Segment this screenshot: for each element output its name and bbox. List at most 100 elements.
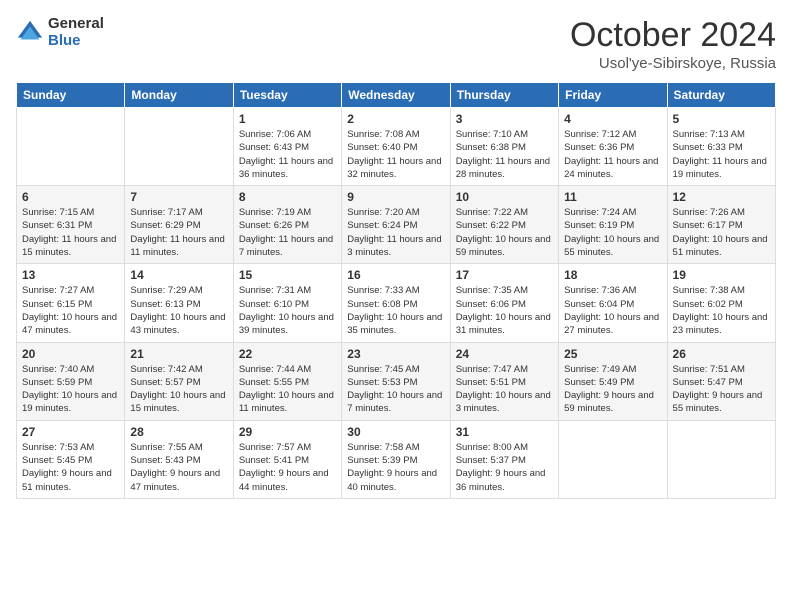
calendar-cell: 31Sunrise: 8:00 AMSunset: 5:37 PMDayligh… (450, 420, 558, 498)
day-number: 21 (130, 347, 227, 361)
day-number: 30 (347, 425, 444, 439)
weekday-header-thursday: Thursday (450, 83, 558, 108)
calendar-week-5: 27Sunrise: 7:53 AMSunset: 5:45 PMDayligh… (17, 420, 776, 498)
day-number: 4 (564, 112, 661, 126)
calendar-cell: 15 Sunrise: 7:31 AMSunset: 6:10 PMDayligh… (233, 264, 341, 342)
day-number: 10 (456, 190, 553, 204)
calendar-cell: 17 Sunrise: 7:35 AMSunset: 6:06 PMDayligh… (450, 264, 558, 342)
day-detail: Sunrise: 7:49 AMSunset: 5:49 PMDaylight:… (564, 363, 661, 416)
calendar-cell: 1 Sunrise: 7:06 AMSunset: 6:43 PMDaylight… (233, 108, 341, 186)
day-number: 17 (456, 268, 553, 282)
calendar-cell: 26Sunrise: 7:51 AMSunset: 5:47 PMDayligh… (667, 342, 775, 420)
logo-icon (16, 19, 44, 47)
day-detail: Sunrise: 7:58 AMSunset: 5:39 PMDaylight:… (347, 441, 444, 494)
logo: General Blue (16, 16, 104, 49)
calendar-week-4: 20Sunrise: 7:40 AMSunset: 5:59 PMDayligh… (17, 342, 776, 420)
day-detail: Sunrise: 7:19 AMSunset: 6:26 PMDaylight:… (239, 206, 336, 259)
day-number: 6 (22, 190, 119, 204)
day-detail: Sunrise: 7:06 AMSunset: 6:43 PMDaylight:… (239, 128, 336, 181)
calendar-cell: 4 Sunrise: 7:12 AMSunset: 6:36 PMDaylight… (559, 108, 667, 186)
day-detail: Sunrise: 7:15 AMSunset: 6:31 PMDaylight:… (22, 206, 119, 259)
calendar-cell: 10Sunrise: 7:22 AMSunset: 6:22 PMDayligh… (450, 186, 558, 264)
calendar-cell: 11 Sunrise: 7:24 AMSunset: 6:19 PMDayligh… (559, 186, 667, 264)
calendar-cell: 13 Sunrise: 7:27 AMSunset: 6:15 PMDayligh… (17, 264, 125, 342)
day-number: 19 (673, 268, 770, 282)
calendar-cell (667, 420, 775, 498)
logo-general-text: General (48, 16, 104, 33)
day-number: 8 (239, 190, 336, 204)
day-detail: Sunrise: 7:26 AMSunset: 6:17 PMDaylight:… (673, 206, 770, 259)
day-detail: Sunrise: 7:33 AMSunset: 6:08 PMDaylight:… (347, 284, 444, 337)
calendar-cell: 24Sunrise: 7:47 AMSunset: 5:51 PMDayligh… (450, 342, 558, 420)
day-detail: Sunrise: 7:24 AMSunset: 6:19 PMDaylight:… (564, 206, 661, 259)
weekday-header-monday: Monday (125, 83, 233, 108)
calendar-cell: 21 Sunrise: 7:42 AMSunset: 5:57 PMDayligh… (125, 342, 233, 420)
calendar-cell: 2Sunrise: 7:08 AMSunset: 6:40 PMDaylight… (342, 108, 450, 186)
day-number: 7 (130, 190, 227, 204)
calendar-cell (559, 420, 667, 498)
day-number: 18 (564, 268, 661, 282)
calendar-cell: 18 Sunrise: 7:36 AMSunset: 6:04 PMDayligh… (559, 264, 667, 342)
calendar-cell: 30 Sunrise: 7:58 AMSunset: 5:39 PMDayligh… (342, 420, 450, 498)
day-detail: Sunrise: 7:10 AMSunset: 6:38 PMDaylight:… (456, 128, 553, 181)
day-detail: Sunrise: 7:12 AMSunset: 6:36 PMDaylight:… (564, 128, 661, 181)
day-detail: Sunrise: 7:31 AMSunset: 6:10 PMDaylight:… (239, 284, 336, 337)
day-detail: Sunrise: 7:53 AMSunset: 5:45 PMDaylight:… (22, 441, 119, 494)
calendar-table: SundayMondayTuesdayWednesdayThursdayFrid… (16, 82, 776, 499)
weekday-header-tuesday: Tuesday (233, 83, 341, 108)
day-detail: Sunrise: 7:57 AMSunset: 5:41 PMDaylight:… (239, 441, 336, 494)
page-header: General Blue October 2024 Usol'ye-Sibirs… (16, 16, 776, 72)
day-number: 11 (564, 190, 661, 204)
weekday-header-row: SundayMondayTuesdayWednesdayThursdayFrid… (17, 83, 776, 108)
logo-text: General Blue (48, 16, 104, 49)
logo-blue-text: Blue (48, 33, 104, 50)
calendar-cell (17, 108, 125, 186)
day-detail: Sunrise: 7:29 AMSunset: 6:13 PMDaylight:… (130, 284, 227, 337)
calendar-cell: 23 Sunrise: 7:45 AMSunset: 5:53 PMDayligh… (342, 342, 450, 420)
day-number: 3 (456, 112, 553, 126)
calendar-cell: 28Sunrise: 7:55 AMSunset: 5:43 PMDayligh… (125, 420, 233, 498)
day-detail: Sunrise: 7:45 AMSunset: 5:53 PMDaylight:… (347, 363, 444, 416)
calendar-week-3: 13 Sunrise: 7:27 AMSunset: 6:15 PMDayligh… (17, 264, 776, 342)
calendar-week-2: 6 Sunrise: 7:15 AMSunset: 6:31 PMDaylight… (17, 186, 776, 264)
month-title: October 2024 (570, 16, 776, 55)
calendar-week-1: 1 Sunrise: 7:06 AMSunset: 6:43 PMDaylight… (17, 108, 776, 186)
calendar-cell: 25 Sunrise: 7:49 AMSunset: 5:49 PMDayligh… (559, 342, 667, 420)
day-detail: Sunrise: 7:27 AMSunset: 6:15 PMDaylight:… (22, 284, 119, 337)
calendar-cell: 19 Sunrise: 7:38 AMSunset: 6:02 PMDayligh… (667, 264, 775, 342)
calendar-cell: 8 Sunrise: 7:19 AMSunset: 6:26 PMDaylight… (233, 186, 341, 264)
day-number: 1 (239, 112, 336, 126)
day-detail: Sunrise: 7:38 AMSunset: 6:02 PMDaylight:… (673, 284, 770, 337)
day-detail: Sunrise: 7:55 AMSunset: 5:43 PMDaylight:… (130, 441, 227, 494)
calendar-cell: 3 Sunrise: 7:10 AMSunset: 6:38 PMDaylight… (450, 108, 558, 186)
day-detail: Sunrise: 7:42 AMSunset: 5:57 PMDaylight:… (130, 363, 227, 416)
day-number: 13 (22, 268, 119, 282)
calendar-cell: 12 Sunrise: 7:26 AMSunset: 6:17 PMDayligh… (667, 186, 775, 264)
calendar-cell: 27Sunrise: 7:53 AMSunset: 5:45 PMDayligh… (17, 420, 125, 498)
day-detail: Sunrise: 8:00 AMSunset: 5:37 PMDaylight:… (456, 441, 553, 494)
day-number: 26 (673, 347, 770, 361)
day-number: 12 (673, 190, 770, 204)
location-text: Usol'ye-Sibirskoye, Russia (570, 55, 776, 72)
calendar-cell: 22 Sunrise: 7:44 AMSunset: 5:55 PMDayligh… (233, 342, 341, 420)
calendar-cell: 16Sunrise: 7:33 AMSunset: 6:08 PMDayligh… (342, 264, 450, 342)
day-detail: Sunrise: 7:17 AMSunset: 6:29 PMDaylight:… (130, 206, 227, 259)
day-number: 29 (239, 425, 336, 439)
day-detail: Sunrise: 7:13 AMSunset: 6:33 PMDaylight:… (673, 128, 770, 181)
day-detail: Sunrise: 7:40 AMSunset: 5:59 PMDaylight:… (22, 363, 119, 416)
day-number: 5 (673, 112, 770, 126)
calendar-cell: 9Sunrise: 7:20 AMSunset: 6:24 PMDaylight… (342, 186, 450, 264)
day-number: 23 (347, 347, 444, 361)
day-detail: Sunrise: 7:36 AMSunset: 6:04 PMDaylight:… (564, 284, 661, 337)
day-detail: Sunrise: 7:35 AMSunset: 6:06 PMDaylight:… (456, 284, 553, 337)
day-number: 25 (564, 347, 661, 361)
day-number: 15 (239, 268, 336, 282)
weekday-header-saturday: Saturday (667, 83, 775, 108)
day-number: 14 (130, 268, 227, 282)
day-number: 22 (239, 347, 336, 361)
calendar-cell: 6 Sunrise: 7:15 AMSunset: 6:31 PMDaylight… (17, 186, 125, 264)
day-detail: Sunrise: 7:08 AMSunset: 6:40 PMDaylight:… (347, 128, 444, 181)
day-detail: Sunrise: 7:47 AMSunset: 5:51 PMDaylight:… (456, 363, 553, 416)
day-detail: Sunrise: 7:44 AMSunset: 5:55 PMDaylight:… (239, 363, 336, 416)
calendar-cell: 7 Sunrise: 7:17 AMSunset: 6:29 PMDaylight… (125, 186, 233, 264)
